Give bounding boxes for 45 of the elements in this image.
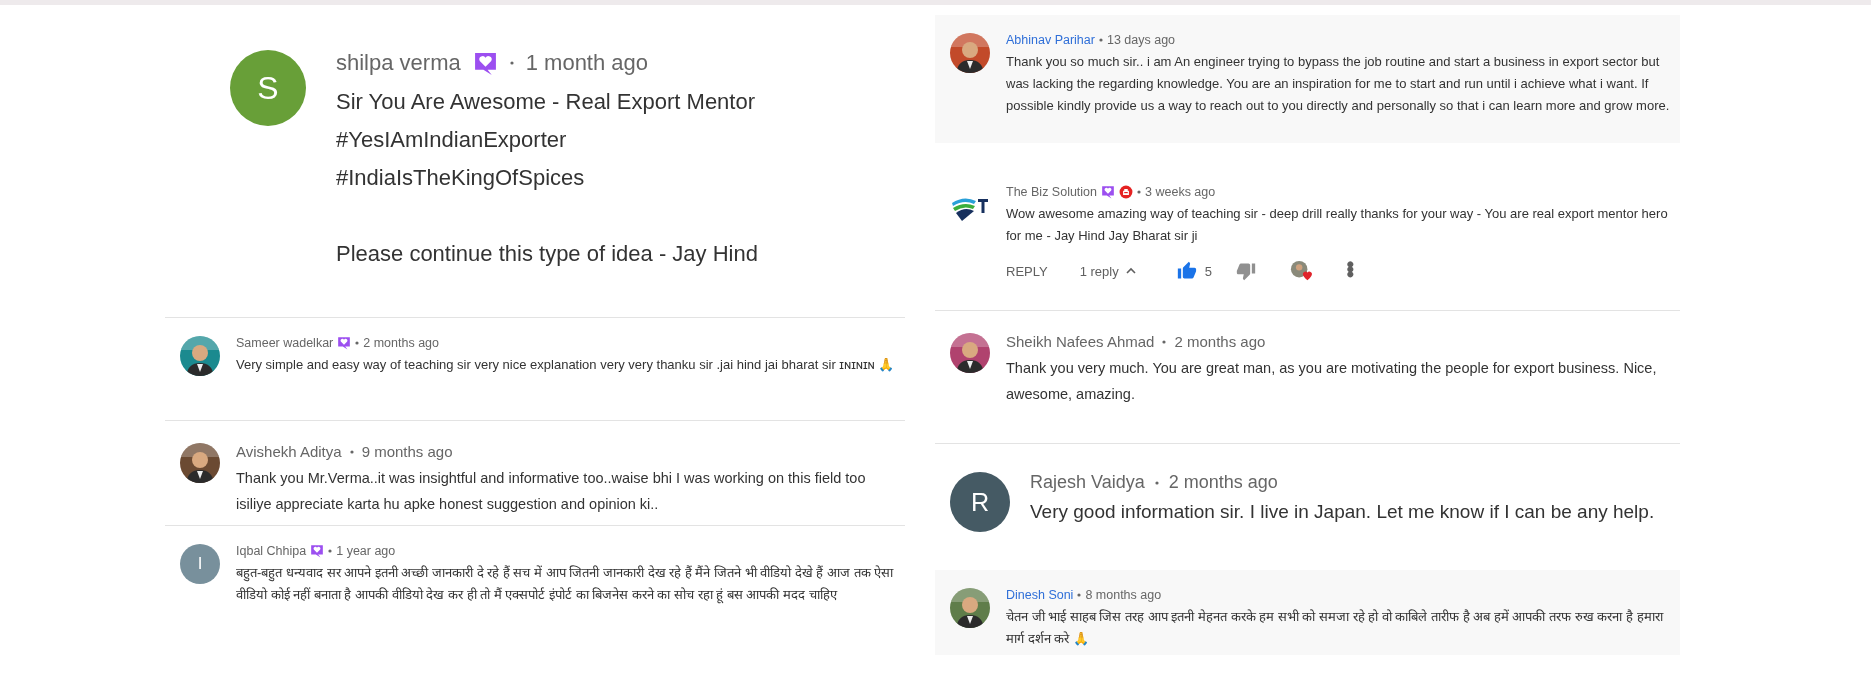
timestamp[interactable]: 8 months ago bbox=[1085, 588, 1162, 602]
author-name[interactable]: shilpa verma bbox=[336, 50, 461, 76]
separator-dot-icon bbox=[349, 449, 354, 454]
reply-button[interactable]: REPLY bbox=[1006, 263, 1048, 279]
creator-heart-icon[interactable] bbox=[1289, 260, 1312, 282]
separator-dot-icon bbox=[509, 61, 514, 65]
timestamp[interactable]: 13 days ago bbox=[1106, 33, 1176, 47]
author-name[interactable]: Dinesh Soni bbox=[1006, 588, 1074, 602]
timestamp[interactable]: 2 months ago bbox=[1174, 333, 1266, 350]
avatar[interactable]: R bbox=[950, 472, 1010, 532]
author-name[interactable]: Iqbal Chhipa bbox=[236, 544, 307, 558]
author-name[interactable]: Sheikh Nafees Ahmad bbox=[1006, 333, 1155, 350]
separator-dot-icon bbox=[1154, 480, 1159, 485]
author-name[interactable]: Sameer wadelkar bbox=[236, 336, 334, 350]
separator-dot-icon bbox=[1098, 38, 1103, 42]
thumbs-up-icon[interactable] bbox=[1176, 261, 1197, 281]
comment-text: बहुत-बहुत धन्यवाद सर आपने इतनी अच्छी जानकारी दे रहे हैं सच में आप जितनी जानकारी देख रहे हैं मैंने जितने भी वीडियो देखे हैं आज तक ऐसा वीडियो कोई नहीं बनाता है आपकी वीडियो देख कर ही तो मैं एक्सपोर्ट इंपोर्ट का बिजनेस करने का सोच रहा हूं बस आपकी मदद चाहिए bbox=[236, 564, 895, 606]
comment-text: Very simple and easy way of teaching sir very nice explanation very very thanku sir .jai hind jai bharat sir ɪɴɪɴɪɴ 🙏 bbox=[236, 356, 895, 374]
separator-dot-icon bbox=[1137, 190, 1142, 194]
author-name[interactable]: Rajesh Vaidya bbox=[1030, 472, 1145, 493]
replies-toggle[interactable]: 1 reply bbox=[1079, 263, 1137, 279]
author-name[interactable]: Abhinav Parihar bbox=[1006, 33, 1095, 47]
timestamp[interactable]: 2 months ago bbox=[363, 336, 439, 350]
timestamp[interactable]: 1 year ago bbox=[336, 544, 396, 558]
author-name[interactable]: Avishekh Aditya bbox=[236, 443, 342, 460]
timestamp[interactable]: 1 month ago bbox=[525, 50, 649, 76]
timestamp[interactable]: 9 months ago bbox=[361, 443, 453, 460]
timestamp[interactable]: 2 months ago bbox=[1168, 472, 1278, 493]
thumbs-down-icon[interactable] bbox=[1235, 261, 1256, 281]
comment-text: Thank you very much. You are great man, as you are motivating the people for export business. Nice, awesome, amazing. bbox=[1006, 359, 1658, 404]
separator-dot-icon bbox=[355, 341, 360, 345]
comment-text: Sir You Are Awesome - Real Export Mentor #YesIAmIndianExporter #IndiaIsTheKingOfSpices Please continue this type of idea - Jay Hind bbox=[336, 88, 759, 268]
author-name[interactable]: The Biz Solution bbox=[1006, 185, 1098, 199]
separator-dot-icon bbox=[1162, 339, 1167, 344]
comment-text: Thank you Mr.Verma..it was insightful and informative too..waise bhi I was working on this field too isiliye appreciate karta hu apke honest suggestion and opinion ki.. bbox=[236, 469, 867, 514]
timestamp[interactable]: 3 weeks ago bbox=[1145, 185, 1216, 199]
separator-dot-icon bbox=[1077, 593, 1082, 597]
avatar[interactable]: I bbox=[180, 544, 220, 584]
comment-text: Wow awesome amazing way of teaching sir - deep drill really thanks for your way - You are real export mentor hero for me - Jay Hind Jay Bharat sir ji bbox=[1006, 205, 1669, 245]
comment-text: Thank you so much sir.. i am An engineer trying to bypass the job routine and start a business in export sector but was lacking the regarding knowledge. You are an inspiration for me to start and run until i achieve what i want. If possible kindly provide us a way to reach out to you directly and personally so that i can learn more and grow more. bbox=[1006, 53, 1670, 115]
comment-text: चेतन जी भाई साहब जिस तरह आप इतनी मेहनत करके हम सभी को समजा रहे हो वो काबिले तारीफ है अब हमें आपकी तरफ रुख करना है हमारा मार्ग दर्शन करे 🙏 bbox=[1006, 608, 1665, 648]
comment-text: Very good information sir. I live in Japan. Let me know if I can be any help. bbox=[1030, 500, 1656, 524]
separator-dot-icon bbox=[328, 549, 333, 553]
avatar[interactable]: S bbox=[230, 50, 306, 126]
like-count: 5 bbox=[1204, 263, 1212, 279]
